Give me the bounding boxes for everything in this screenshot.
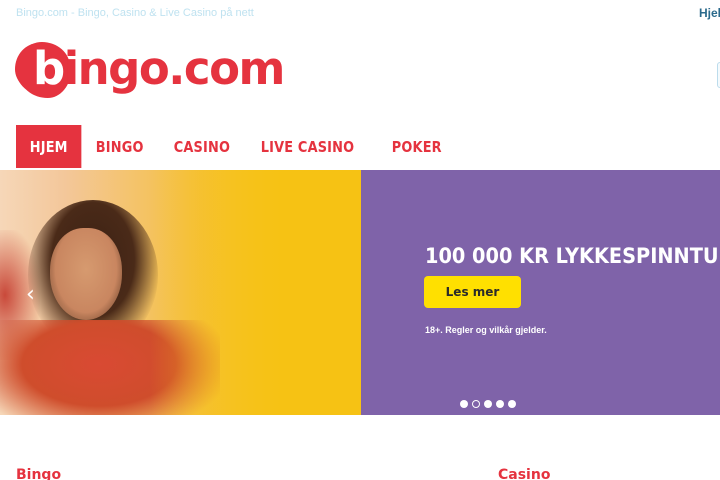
section-heading-bingo: Bingo [16,467,62,480]
carousel-dots [460,400,516,408]
read-more-button[interactable]: Les mer [424,276,521,308]
nav-item-bingo[interactable]: BINGO [82,125,157,168]
carousel-dot[interactable] [508,400,516,408]
carousel-dot[interactable] [496,400,504,408]
hero-title: 100 000 KR LYKKESPINNTURNERING [425,244,720,268]
carousel-dot[interactable] [460,400,468,408]
hero-photo [0,170,361,415]
nav-item-live-casino[interactable]: LIVE CASINO [247,125,368,168]
nav-item-casino[interactable]: CASINO [160,125,244,168]
help-link[interactable]: Hjelp [699,6,720,20]
bingo-logo[interactable]: bingo.com [16,40,285,104]
hero-promo-panel: 100 000 KR LYKKESPINNTURNERING Les mer 1… [361,170,720,415]
nav-item-hjem[interactable]: HJEM [16,125,82,168]
carousel-dot-active[interactable] [472,400,480,408]
main-nav: HJEM BINGO CASINO LIVE CASINO POKER [16,125,458,168]
hero-terms: 18+. Regler og vilkår gjelder. [425,325,547,335]
logo-text: bingo.com [33,42,285,95]
hero-carousel: ‹ 100 000 KR LYKKESPINNTURNERING Les mer… [0,170,720,415]
top-bar: Bingo.com - Bingo, Casino & Live Casino … [0,0,720,28]
carousel-prev-icon[interactable]: ‹ [26,282,35,307]
carousel-dot[interactable] [484,400,492,408]
nav-item-poker[interactable]: POKER [378,125,456,168]
section-heading-casino: Casino [498,467,551,480]
site-tagline: Bingo.com - Bingo, Casino & Live Casino … [16,7,254,19]
